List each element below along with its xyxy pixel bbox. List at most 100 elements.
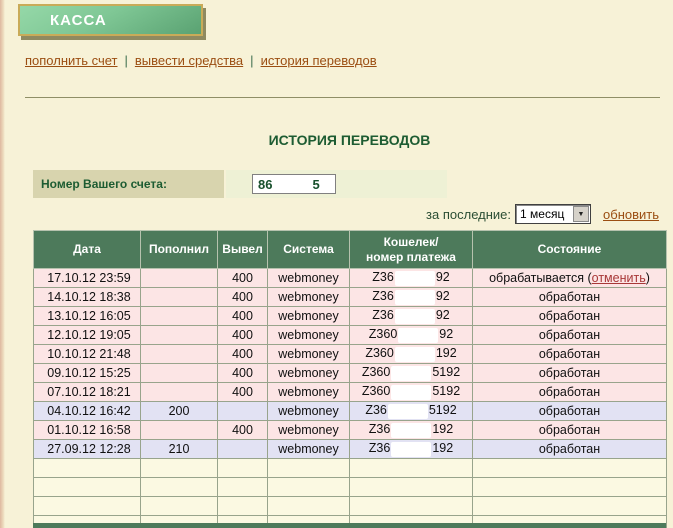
cell-withdraw: 400	[218, 421, 268, 440]
nav-link-topup[interactable]: пополнить счет	[25, 53, 118, 68]
nav-link-withdraw[interactable]: вывести средства	[135, 53, 243, 68]
cell-deposit	[141, 421, 218, 440]
cell-withdraw	[218, 440, 268, 459]
cell-system: webmoney	[268, 307, 350, 326]
main-nav: пополнить счет|вывести средства|история …	[25, 53, 377, 68]
empty-table-row	[34, 478, 667, 497]
cell-withdraw: 400	[218, 269, 268, 288]
col-header-status: Состояние	[473, 231, 667, 269]
section-title: ИСТОРИЯ ПЕРЕВОДОВ	[33, 132, 666, 148]
status-text: обработан	[539, 404, 600, 418]
divider	[25, 97, 660, 98]
cell-status: обработан	[473, 421, 667, 440]
cell-status: обработан	[473, 383, 667, 402]
account-label: Номер Вашего счета:	[33, 177, 167, 191]
table-row: 17.10.12 23:59 400 webmoney Z3692 обраба…	[34, 269, 667, 288]
table-row: 14.10.12 18:38 400 webmoney Z3692 обрабо…	[34, 288, 667, 307]
cell-wallet: Z3605192	[350, 364, 473, 383]
cell-wallet: Z360192	[350, 345, 473, 364]
cell-system: webmoney	[268, 364, 350, 383]
status-text: обработан	[539, 385, 600, 399]
status-text: обработан	[539, 347, 600, 361]
cell-system: webmoney	[268, 326, 350, 345]
cell-date: 10.10.12 21:48	[34, 345, 141, 364]
page-edge-strip	[0, 0, 5, 528]
chevron-down-icon[interactable]: ▼	[573, 206, 589, 222]
col-header-withdraw: Вывел	[218, 231, 268, 269]
status-text: обработан	[539, 290, 600, 304]
status-text: обработан	[539, 328, 600, 342]
period-filter-label: за последние:	[426, 207, 511, 222]
table-row: 04.10.12 16:42 200 webmoney Z365192 обра…	[34, 402, 667, 421]
cancel-link[interactable]: отменить	[592, 271, 646, 285]
cell-withdraw: 400	[218, 288, 268, 307]
table-row: 12.10.12 19:05 400 webmoney Z36092 обраб…	[34, 326, 667, 345]
page-title: КАССА	[20, 12, 107, 29]
status-text: обработан	[539, 423, 600, 437]
table-row: 10.10.12 21:48 400 webmoney Z360192 обра…	[34, 345, 667, 364]
account-label-cell: Номер Вашего счета:	[33, 170, 224, 198]
history-table-body: 17.10.12 23:59 400 webmoney Z3692 обраба…	[34, 269, 667, 528]
cell-system: webmoney	[268, 345, 350, 364]
col-header-wallet: Кошелек/ номер платежа	[350, 231, 473, 269]
table-row: 09.10.12 15:25 400 webmoney Z3605192 обр…	[34, 364, 667, 383]
status-text: обработан	[539, 366, 600, 380]
censored-wallet-digits	[391, 366, 431, 381]
cell-wallet: Z36192	[350, 421, 473, 440]
cell-status: обработан	[473, 402, 667, 421]
history-table: Дата Пополнил Вывел Система Кошелек/ ном…	[33, 230, 667, 528]
censored-wallet-digits	[391, 442, 431, 457]
cell-withdraw: 400	[218, 326, 268, 345]
cell-date: 14.10.12 18:38	[34, 288, 141, 307]
empty-table-row	[34, 497, 667, 516]
cell-status: обработан	[473, 288, 667, 307]
period-filter-row: за последние: 1 месяц ▼ обновить	[426, 204, 659, 224]
cell-system: webmoney	[268, 288, 350, 307]
status-text: обрабатывается	[489, 271, 584, 285]
cell-deposit	[141, 326, 218, 345]
cell-status: обрабатывается (отменить)	[473, 269, 667, 288]
kassa-page: КАССА пополнить счет|вывести средства|ис…	[0, 0, 673, 528]
cell-deposit: 210	[141, 440, 218, 459]
col-header-deposit: Пополнил	[141, 231, 218, 269]
cell-date: 27.09.12 12:28	[34, 440, 141, 459]
kassa-header-box: КАССА	[18, 4, 203, 36]
cell-date: 01.10.12 16:58	[34, 421, 141, 440]
cell-system: webmoney	[268, 440, 350, 459]
censored-wallet-digits	[395, 309, 435, 324]
cell-status: обработан	[473, 345, 667, 364]
table-row: 27.09.12 12:28 210 webmoney Z36192 обраб…	[34, 440, 667, 459]
cell-wallet: Z3692	[350, 288, 473, 307]
cell-date: 04.10.12 16:42	[34, 402, 141, 421]
cell-status: обработан	[473, 440, 667, 459]
cell-system: webmoney	[268, 421, 350, 440]
cell-deposit	[141, 345, 218, 364]
col-header-system: Система	[268, 231, 350, 269]
cell-wallet: Z3692	[350, 307, 473, 326]
cell-deposit	[141, 383, 218, 402]
period-select[interactable]: 1 месяц ▼	[515, 204, 591, 224]
table-header-row: Дата Пополнил Вывел Система Кошелек/ ном…	[34, 231, 667, 269]
cell-wallet: Z3605192	[350, 383, 473, 402]
account-number-input[interactable]: 86 5	[252, 174, 336, 194]
censored-wallet-digits	[388, 404, 428, 419]
account-number-suffix: 5	[312, 177, 319, 192]
cell-wallet: Z365192	[350, 402, 473, 421]
nav-link-history[interactable]: история переводов	[261, 53, 377, 68]
account-number-prefix: 86	[258, 177, 272, 192]
censored-wallet-digits	[391, 423, 431, 438]
col-header-date: Дата	[34, 231, 141, 269]
censored-wallet-digits	[395, 290, 435, 305]
cell-date: 12.10.12 19:05	[34, 326, 141, 345]
cell-date: 13.10.12 16:05	[34, 307, 141, 326]
cell-deposit	[141, 269, 218, 288]
status-text: обработан	[539, 309, 600, 323]
cell-wallet: Z36192	[350, 440, 473, 459]
cell-deposit: 200	[141, 402, 218, 421]
table-footer-strip	[33, 523, 666, 528]
censored-wallet-digits	[398, 328, 438, 343]
refresh-link[interactable]: обновить	[603, 207, 659, 222]
table-row: 13.10.12 16:05 400 webmoney Z3692 обрабо…	[34, 307, 667, 326]
status-text: обработан	[539, 442, 600, 456]
cell-withdraw: 400	[218, 345, 268, 364]
